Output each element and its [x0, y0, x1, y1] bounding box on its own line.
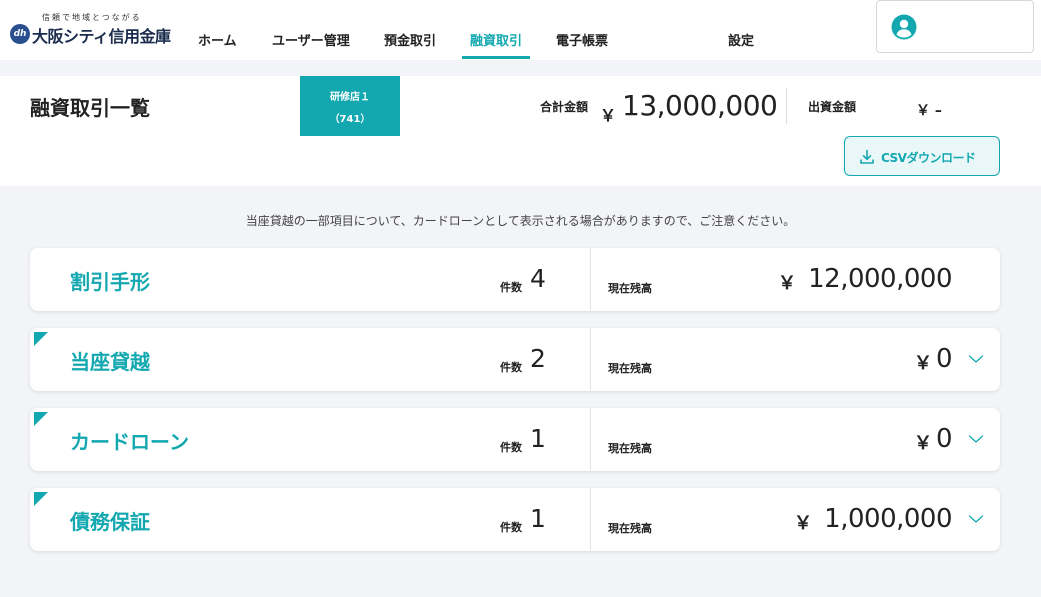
balance-value: 0 — [935, 424, 953, 454]
loan-summary: 融資取引一覧 研修店１ （741） 合計金額 ￥ 13,000,000 出資金額… — [0, 76, 1041, 186]
card-title: カードローン — [70, 430, 189, 454]
card-title: 当座貸越 — [70, 350, 150, 374]
card-title: 割引手形 — [70, 270, 150, 294]
download-icon — [860, 149, 874, 164]
balance-currency-symbol: ￥ — [794, 513, 812, 534]
balance-value: 0 — [935, 344, 953, 374]
balance-label: 現在残高 — [608, 282, 652, 295]
bank-logo-mark: dh — [10, 24, 30, 44]
branch-code: （741） — [329, 114, 371, 125]
csv-download-button[interactable]: CSVダウンロード — [844, 136, 1000, 176]
balance-currency-symbol: ￥ — [778, 273, 796, 294]
bank-logo[interactable]: dh 信頼で地域とつながる 大阪シティ信用金庫 — [8, 12, 178, 48]
count-label: 件数 — [500, 361, 522, 374]
card-divider — [590, 408, 591, 471]
total-currency-symbol: ￥ — [600, 106, 617, 125]
nav-electronic-ledger[interactable]: 電子帳票 — [556, 30, 608, 49]
count-label: 件数 — [500, 281, 522, 294]
nav-settings[interactable]: 設定 — [728, 30, 754, 49]
balance-currency-symbol: ￥ — [914, 433, 932, 454]
nav-loan-transactions[interactable]: 融資取引 — [470, 30, 522, 49]
nav-home[interactable]: ホーム — [198, 30, 237, 49]
balance-value: 12,000,000 — [808, 264, 952, 294]
card-divider — [590, 488, 591, 551]
count-value: 2 — [530, 344, 546, 373]
count-label: 件数 — [500, 441, 522, 454]
card-divider — [590, 328, 591, 391]
loan-category-card[interactable]: 割引手形 件数 4 現在残高 ￥ 12,000,000 — [30, 248, 1000, 311]
loan-category-card[interactable]: 債務保証 件数 1 現在残高 ￥ 1,000,000 — [30, 488, 1000, 551]
balance-label: 現在残高 — [608, 442, 652, 455]
bank-tagline: 信頼で地域とつながる — [42, 13, 142, 22]
count-value: 1 — [530, 504, 546, 533]
user-circle-icon — [891, 14, 917, 40]
chevron-down-icon[interactable] — [968, 514, 984, 524]
nav-deposit-transactions[interactable]: 預金取引 — [384, 30, 436, 49]
count-label: 件数 — [500, 521, 522, 534]
user-menu-button[interactable] — [876, 0, 1034, 53]
total-amount-label: 合計金額 — [540, 100, 589, 114]
chevron-down-icon[interactable] — [968, 434, 984, 444]
investment-amount-label: 出資金額 — [808, 100, 857, 114]
csv-download-label: CSVダウンロード — [881, 151, 976, 165]
balance-currency-symbol: ￥ — [914, 353, 932, 374]
page-title: 融資取引一覧 — [30, 96, 150, 120]
loan-category-card[interactable]: 当座貸越 件数 2 現在残高 ￥ 0 — [30, 328, 1000, 391]
count-value: 4 — [530, 264, 546, 293]
card-corner-marker — [34, 332, 48, 346]
balance-label: 現在残高 — [608, 362, 652, 375]
card-corner-marker — [34, 492, 48, 506]
balance-value: 1,000,000 — [824, 504, 952, 534]
branch-badge: 研修店１ （741） — [300, 76, 400, 136]
card-corner-marker — [34, 412, 48, 426]
balance-label: 現在残高 — [608, 522, 652, 535]
card-title: 債務保証 — [70, 510, 150, 534]
loan-category-card[interactable]: カードローン 件数 1 現在残高 ￥ 0 — [30, 408, 1000, 471]
card-divider — [590, 248, 591, 311]
active-tab-indicator — [462, 56, 530, 59]
investment-amount-value: ￥ – — [916, 103, 942, 119]
summary-divider — [786, 88, 787, 124]
notice-text: 当座貸越の一部項目について、カードローンとして表示される場合がありますので、ご注… — [245, 214, 796, 228]
chevron-down-icon[interactable] — [968, 354, 984, 364]
bank-name: 大阪シティ信用金庫 — [32, 27, 171, 46]
total-amount-value: 13,000,000 — [622, 89, 778, 122]
nav-user-management[interactable]: ユーザー管理 — [272, 30, 350, 49]
count-value: 1 — [530, 424, 546, 453]
branch-name: 研修店１ — [330, 92, 370, 103]
top-header: dh 信頼で地域とつながる 大阪シティ信用金庫 ホーム ユーザー管理 預金取引 … — [0, 0, 1041, 60]
